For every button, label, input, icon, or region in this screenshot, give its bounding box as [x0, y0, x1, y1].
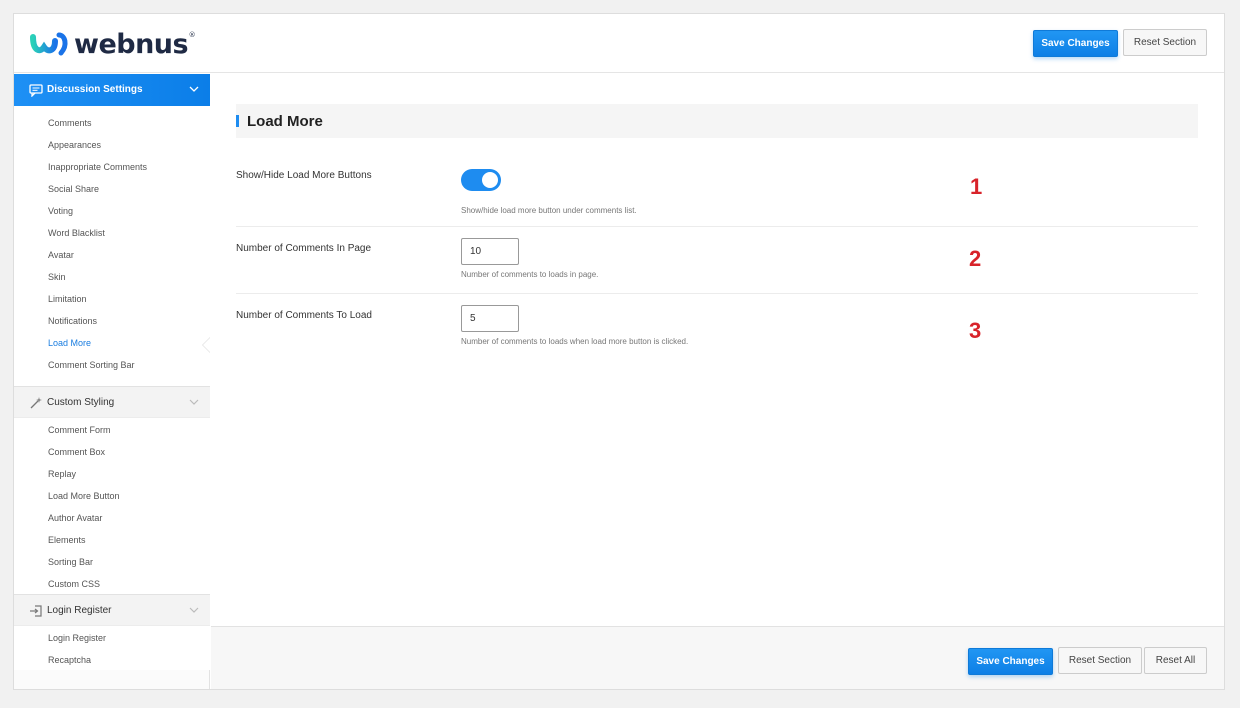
sidebar-item-elements[interactable]: Elements	[48, 535, 86, 545]
sidebar-item-recaptcha[interactable]: Recaptcha	[48, 655, 91, 665]
section-title-accent	[236, 115, 239, 127]
sidebar-item-custom-css[interactable]: Custom CSS	[48, 579, 100, 589]
sidebar-item-limitation[interactable]: Limitation	[48, 294, 87, 304]
comments-to-load-label: Number of Comments To Load	[236, 310, 372, 321]
sidebar-item-comment-sorting-bar[interactable]: Comment Sorting Bar	[48, 360, 135, 370]
sidebar-group-label: Discussion Settings	[47, 84, 143, 95]
sidebar-item-sorting-bar[interactable]: Sorting Bar	[48, 557, 93, 567]
sidebar-group-items-discussion	[14, 106, 210, 386]
chevron-down-icon	[189, 607, 199, 613]
chevron-down-icon	[189, 399, 199, 405]
options-panel: webnus ® Save Changes Reset Section Discu…	[13, 13, 1225, 690]
sidebar-item-notifications[interactable]: Notifications	[48, 316, 97, 326]
annotation-number-3: 3	[969, 318, 982, 343]
comments-in-page-description: Number of comments to loads in page.	[461, 270, 599, 279]
sidebar-group-login-register[interactable]: Login Register	[14, 594, 210, 626]
sidebar-item-load-more[interactable]: Load More	[48, 338, 91, 348]
sidebar: Discussion Settings Comments Appearances…	[14, 74, 210, 689]
comments-in-page-input[interactable]	[461, 238, 519, 265]
login-icon	[30, 605, 42, 617]
show-hide-load-more-description: Show/hide load more button under comment…	[461, 206, 637, 215]
active-item-pointer-fill	[203, 338, 210, 352]
sidebar-item-login-register[interactable]: Login Register	[48, 633, 106, 643]
main-content: Load More Show/Hide Load More Buttons Sh…	[211, 74, 1224, 626]
webnus-logo-icon	[30, 32, 68, 56]
row-divider	[236, 226, 1198, 227]
sidebar-group-items-login-register	[14, 626, 210, 670]
sidebar-item-appearances[interactable]: Appearances	[48, 140, 101, 150]
logo-text: webnus ®	[74, 28, 196, 60]
sidebar-item-inappropriate-comments[interactable]: Inappropriate Comments	[48, 162, 147, 172]
sidebar-group-items-custom-styling	[14, 418, 210, 594]
header-save-changes-button[interactable]: Save Changes	[1033, 30, 1118, 57]
sidebar-group-discussion-settings[interactable]: Discussion Settings	[14, 74, 210, 106]
sidebar-group-label: Login Register	[47, 605, 112, 616]
sidebar-item-comment-form[interactable]: Comment Form	[48, 425, 111, 435]
sidebar-group-custom-styling[interactable]: Custom Styling	[14, 386, 210, 418]
sidebar-group-label: Custom Styling	[47, 397, 115, 408]
sidebar-item-skin[interactable]: Skin	[48, 272, 66, 282]
sidebar-item-load-more-button[interactable]: Load More Button	[48, 491, 120, 501]
page-title: Load More	[247, 113, 323, 130]
footer-save-changes-button[interactable]: Save Changes	[968, 648, 1053, 675]
row-divider	[236, 293, 1198, 294]
webnus-logo: webnus ®	[30, 28, 196, 60]
bottom-footer: Save Changes Reset Section Reset All	[211, 626, 1224, 689]
comments-to-load-description: Number of comments to loads when load mo…	[461, 337, 689, 346]
annotation-number-2: 2	[969, 246, 982, 271]
footer-reset-all-button[interactable]: Reset All	[1144, 647, 1207, 674]
chevron-down-icon	[189, 86, 199, 92]
annotation-number-1: 1	[970, 174, 983, 199]
sidebar-item-replay[interactable]: Replay	[48, 469, 76, 479]
comments-in-page-label: Number of Comments In Page	[236, 243, 372, 254]
sidebar-item-comment-box[interactable]: Comment Box	[48, 447, 105, 457]
show-hide-load-more-toggle[interactable]	[461, 169, 501, 191]
toggle-knob	[482, 172, 498, 188]
sidebar-item-avatar[interactable]: Avatar	[48, 250, 74, 260]
show-hide-load-more-label: Show/Hide Load More Buttons	[236, 170, 372, 181]
sidebar-item-word-blacklist[interactable]: Word Blacklist	[48, 228, 105, 238]
sidebar-item-author-avatar[interactable]: Author Avatar	[48, 513, 102, 523]
header-reset-section-button[interactable]: Reset Section	[1123, 29, 1207, 56]
sidebar-item-voting[interactable]: Voting	[48, 206, 73, 216]
section-title: Load More	[236, 104, 1198, 138]
sidebar-item-social-share[interactable]: Social Share	[48, 184, 99, 194]
comments-to-load-input[interactable]	[461, 305, 519, 332]
top-header: webnus ® Save Changes Reset Section	[14, 14, 1224, 73]
wand-icon	[30, 397, 42, 409]
comment-icon	[29, 84, 43, 97]
sidebar-item-comments[interactable]: Comments	[48, 118, 92, 128]
footer-reset-section-button[interactable]: Reset Section	[1058, 647, 1142, 674]
